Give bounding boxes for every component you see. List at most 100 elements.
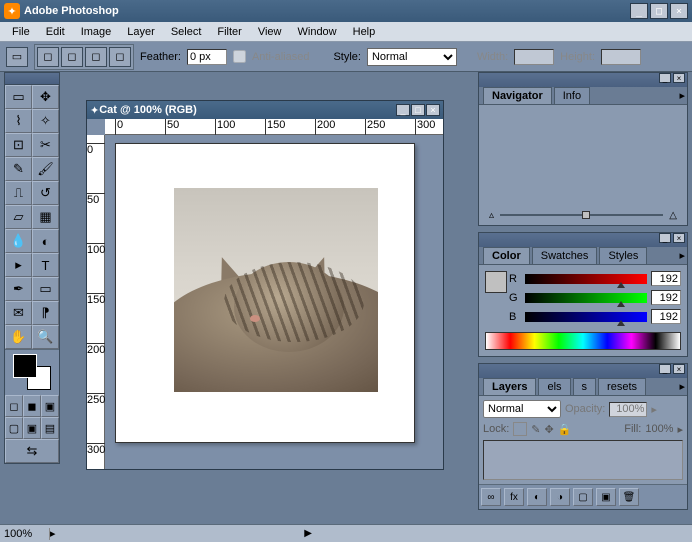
tab-channels[interactable]: els (538, 378, 570, 395)
tab-swatches[interactable]: Swatches (532, 247, 598, 264)
tab-layers[interactable]: Layers (483, 378, 536, 395)
canvas[interactable] (115, 143, 415, 443)
layer-mask-icon[interactable]: ◐ (527, 488, 547, 506)
layer-delete-icon[interactable]: 🗑 (619, 488, 639, 506)
panel-menu-button[interactable]: ▸ (679, 89, 685, 102)
panel-menu-button[interactable]: ▸ (679, 380, 685, 393)
status-arrow-icon[interactable]: ▸ (50, 527, 56, 540)
panel-close-button[interactable]: × (673, 233, 685, 243)
lock-all-icon[interactable]: 🔒 (558, 423, 572, 436)
tab-info[interactable]: Info (554, 87, 590, 104)
panel-menu-button[interactable]: ▸ (679, 249, 685, 262)
close-button[interactable]: × (670, 3, 688, 19)
b-input[interactable] (651, 309, 681, 324)
doc-maximize-button[interactable]: □ (411, 104, 425, 116)
selection-add[interactable]: ◻ (61, 47, 83, 67)
layers-list[interactable] (483, 440, 683, 480)
lock-transparency-icon[interactable] (513, 422, 527, 436)
layer-new-icon[interactable]: ▣ (596, 488, 616, 506)
zoom-out-icon[interactable]: ▵ (489, 210, 494, 221)
panel-close-button[interactable]: × (673, 73, 685, 83)
brush-tool[interactable]: 🖌 (32, 157, 59, 181)
status-play-icon[interactable]: ▶ (304, 528, 312, 539)
panel-minimize-button[interactable]: _ (659, 364, 671, 374)
maximize-button[interactable]: □ (650, 3, 668, 19)
toolbox-grip[interactable] (5, 73, 59, 85)
tab-navigator[interactable]: Navigator (483, 87, 552, 104)
healing-brush-tool[interactable]: ✎ (5, 157, 32, 181)
zoom-tool[interactable]: 🔍 (32, 325, 59, 349)
doc-minimize-button[interactable]: _ (396, 104, 410, 116)
selection-new[interactable]: ◻ (37, 47, 59, 67)
tab-color[interactable]: Color (483, 247, 530, 264)
magic-wand-tool[interactable]: ✧ (32, 109, 59, 133)
tool-preset-picker[interactable]: ▭ (6, 47, 28, 67)
menu-layer[interactable]: Layer (119, 24, 163, 40)
panel-minimize-button[interactable]: _ (659, 233, 671, 243)
lock-position-icon[interactable]: ✥ (545, 423, 554, 436)
style-select[interactable]: Normal (367, 48, 457, 66)
type-tool[interactable]: T (32, 253, 59, 277)
panel-close-button[interactable]: × (673, 364, 685, 374)
notes-tool[interactable]: ✉ (5, 301, 32, 325)
layer-folder-icon[interactable]: ▢ (573, 488, 593, 506)
menu-file[interactable]: File (4, 24, 38, 40)
minimize-button[interactable]: _ (630, 3, 648, 19)
screen-mode-full[interactable]: ▤ (41, 417, 59, 439)
zoom-field[interactable]: 100% (0, 528, 50, 540)
clone-stamp-tool[interactable]: ⎍ (5, 181, 32, 205)
document-titlebar[interactable]: ✦ Cat @ 100% (RGB) _ □ × (87, 101, 443, 119)
slice-tool[interactable]: ✂ (32, 133, 59, 157)
screen-mode-full-menu[interactable]: ▣ (23, 417, 41, 439)
b-slider[interactable] (525, 312, 647, 322)
r-slider[interactable] (525, 274, 647, 284)
panel-minimize-button[interactable]: _ (659, 73, 671, 83)
menu-edit[interactable]: Edit (38, 24, 73, 40)
menu-help[interactable]: Help (345, 24, 384, 40)
tab-paths[interactable]: s (573, 378, 597, 395)
menu-image[interactable]: Image (73, 24, 120, 40)
move-tool[interactable]: ✥ (32, 85, 59, 109)
eraser-tool[interactable]: ▱ (5, 205, 32, 229)
quick-mask-mode[interactable]: ◼ (23, 395, 41, 417)
color-fg-swatch[interactable] (485, 271, 507, 293)
layer-adjustment-icon[interactable]: ◑ (550, 488, 570, 506)
shape-tool[interactable]: ▭ (32, 277, 59, 301)
layer-style-icon[interactable]: fx (504, 488, 524, 506)
menu-filter[interactable]: Filter (209, 24, 249, 40)
tab-presets[interactable]: resets (598, 378, 646, 395)
ruler-vertical[interactable]: 0 50 100 150 200 250 300 (87, 135, 105, 469)
blend-mode-select[interactable]: Normal (483, 400, 561, 418)
r-input[interactable] (651, 271, 681, 286)
path-selection-tool[interactable]: ▸ (5, 253, 32, 277)
pen-tool[interactable]: ✒ (5, 277, 32, 301)
g-slider[interactable] (525, 293, 647, 303)
lasso-tool[interactable]: ⌇ (5, 109, 32, 133)
jump-to-imageready[interactable]: ⇆ (5, 439, 59, 463)
canvas-area[interactable] (105, 135, 443, 469)
feather-input[interactable] (187, 49, 227, 65)
lock-image-icon[interactable]: ✎ (531, 423, 540, 436)
zoom-slider[interactable] (500, 214, 663, 216)
tab-styles[interactable]: Styles (599, 247, 647, 264)
screen-mode[interactable]: ▣ (41, 395, 59, 417)
zoom-in-icon[interactable]: △ (669, 210, 677, 221)
selection-subtract[interactable]: ◻ (85, 47, 107, 67)
doc-close-button[interactable]: × (426, 104, 440, 116)
eyedropper-tool[interactable]: ⁋ (32, 301, 59, 325)
color-spectrum[interactable] (485, 332, 681, 350)
gradient-tool[interactable]: ▦ (32, 205, 59, 229)
menu-view[interactable]: View (250, 24, 290, 40)
hand-tool[interactable]: ✋ (5, 325, 32, 349)
history-brush-tool[interactable]: ↺ (32, 181, 59, 205)
selection-intersect[interactable]: ◻ (109, 47, 131, 67)
screen-mode-standard[interactable]: ▢ (5, 417, 23, 439)
crop-tool[interactable]: ⊡ (5, 133, 32, 157)
menu-select[interactable]: Select (163, 24, 210, 40)
g-input[interactable] (651, 290, 681, 305)
dodge-tool[interactable]: ◐ (32, 229, 59, 253)
foreground-color-swatch[interactable] (13, 354, 37, 378)
layer-link-icon[interactable]: ∞ (481, 488, 501, 506)
blur-tool[interactable]: 💧 (5, 229, 32, 253)
ruler-horizontal[interactable]: 0 50 100 150 200 250 300 (105, 119, 443, 135)
